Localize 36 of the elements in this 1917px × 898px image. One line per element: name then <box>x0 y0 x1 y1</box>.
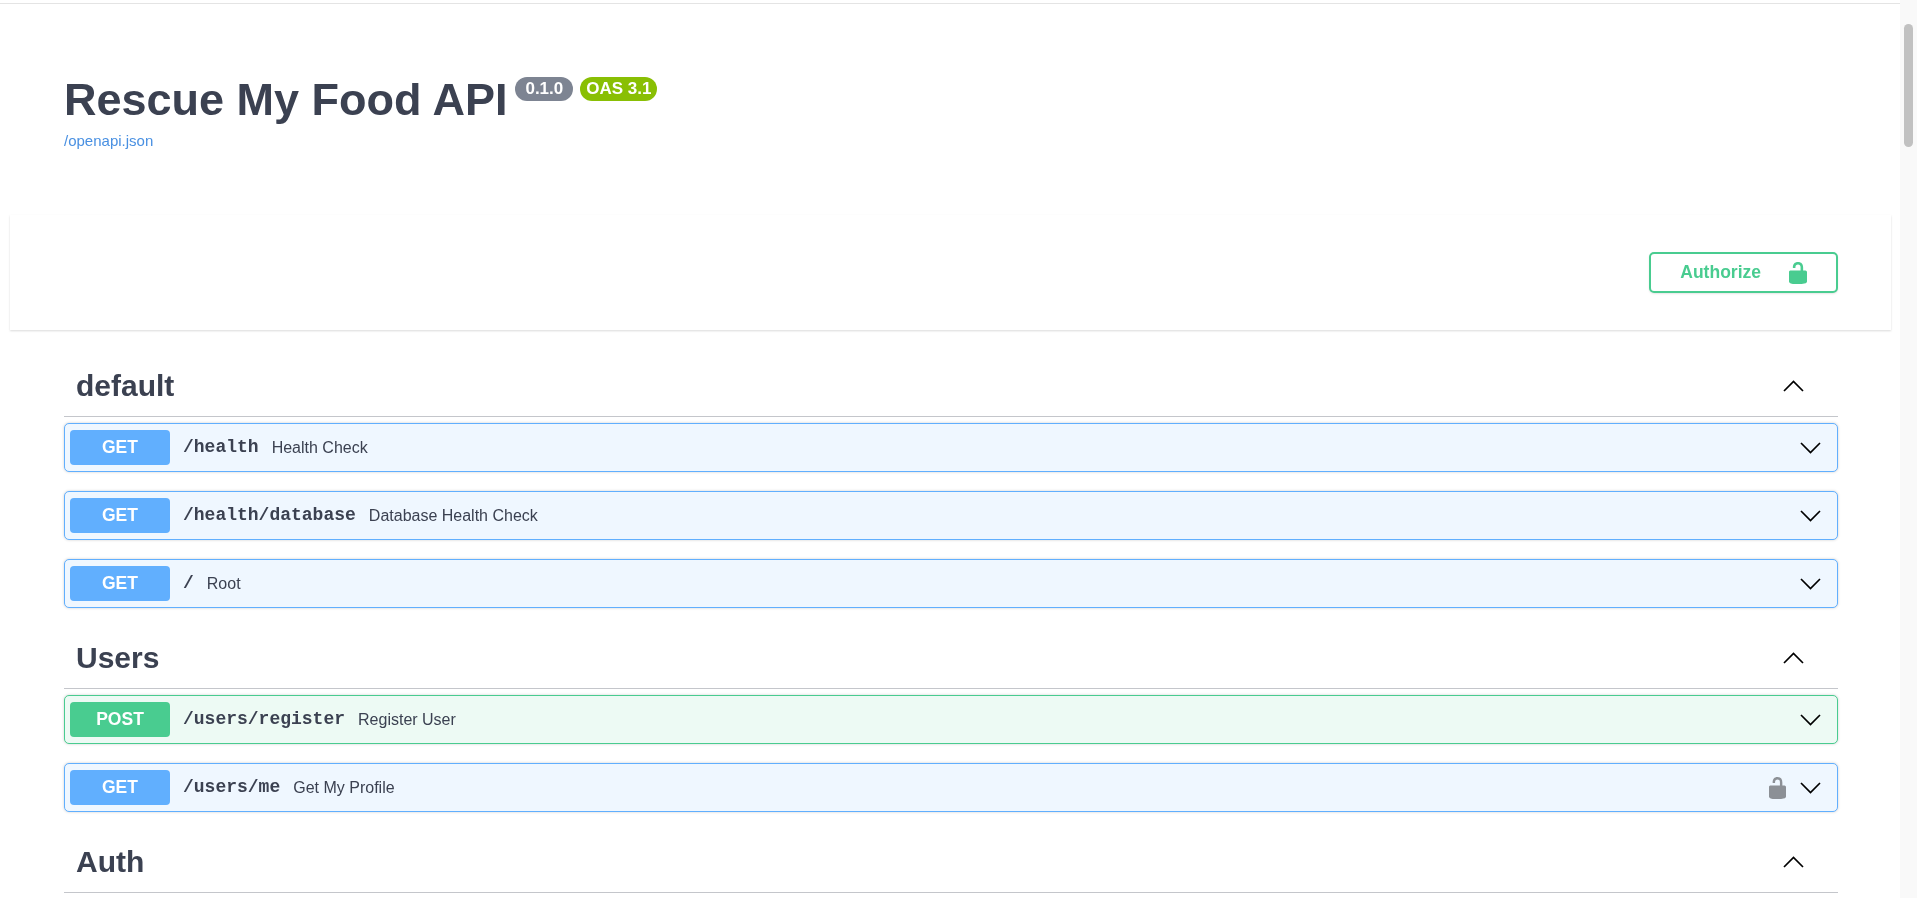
chevron-down-icon[interactable] <box>1800 713 1821 726</box>
endpoint-summary: Root <box>206 573 241 594</box>
chevron-up-icon[interactable] <box>1783 855 1804 868</box>
endpoint-path: /health <box>183 436 259 459</box>
version-badge: 0.1.0 <box>515 77 574 101</box>
method-badge: GET <box>70 770 170 805</box>
endpoint-path: /health/database <box>183 504 356 527</box>
api-title: Rescue My Food API <box>64 73 508 127</box>
endpoint-summary: Get My Profile <box>293 777 395 798</box>
chevron-down-icon[interactable] <box>1800 577 1821 590</box>
endpoint-summary: Database Health Check <box>368 505 538 526</box>
chevron-up-icon[interactable] <box>1783 651 1804 664</box>
endpoint-path: / <box>183 572 194 595</box>
endpoint-summary: Health Check <box>271 437 368 458</box>
operation-row[interactable]: GET /users/me Get My Profile <box>64 763 1838 812</box>
chevron-down-icon[interactable] <box>1800 781 1821 794</box>
section-title[interactable]: Users <box>76 639 160 676</box>
method-badge: GET <box>70 498 170 533</box>
endpoint-summary: Register User <box>358 709 456 730</box>
operation-row[interactable]: GET /health Health Check <box>64 423 1838 472</box>
version-badge: OAS 3.1 <box>580 77 658 101</box>
endpoint-path: /users/me <box>183 776 281 799</box>
operation-row[interactable]: GET /health/database Database Health Check <box>64 491 1838 540</box>
section-title[interactable]: default <box>76 367 175 404</box>
scrollbar[interactable] <box>1900 0 1917 898</box>
method-badge: GET <box>70 430 170 465</box>
endpoint-path: /users/register <box>183 708 346 731</box>
chevron-down-icon[interactable] <box>1800 441 1821 454</box>
section-title[interactable]: Auth <box>76 843 145 880</box>
operation-row[interactable]: GET / Root <box>64 559 1838 608</box>
lock-icon[interactable] <box>1769 776 1786 799</box>
method-badge: GET <box>70 566 170 601</box>
scrollbar-thumb[interactable] <box>1904 24 1913 147</box>
chevron-down-icon[interactable] <box>1800 509 1821 522</box>
method-badge: POST <box>70 702 170 737</box>
chevron-up-icon[interactable] <box>1783 379 1804 392</box>
